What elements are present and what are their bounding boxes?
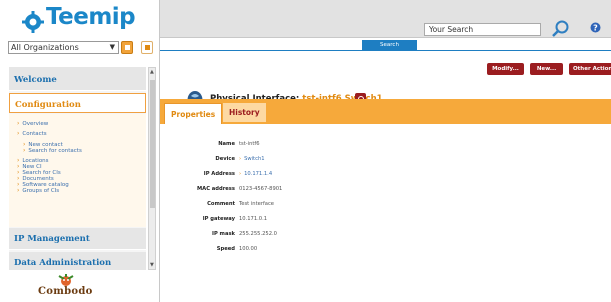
menu-item-search-contacts[interactable]: Search for contacts [23,147,81,154]
main-content: Search Modify... New... Other Actions Ph… [160,38,611,302]
modify-button[interactable]: Modify... [487,63,524,75]
left-panel: Teemip All Organizations ▼ Welcome Confi… [0,0,160,302]
menu-item-contacts[interactable]: Contacts [17,130,46,137]
property-value-link[interactable]: 10.171.1.4 [239,168,272,180]
property-value: Test interface [239,201,274,207]
tab-history[interactable]: History [223,103,266,122]
property-value: 255.255.252.0 [239,231,277,237]
property-value: 0123-4567-8901 [239,186,283,192]
svg-text:?: ? [593,24,598,33]
org-filter-button[interactable] [121,41,133,54]
property-label: IP mask [212,231,235,237]
chevron-down-icon: ▼ [109,43,115,51]
navigation-menu: Welcome Configuration Management Overvie… [9,67,146,270]
help-icon[interactable]: ? [590,22,601,33]
scroll-down-icon[interactable]: ▼ [150,262,154,268]
new-button[interactable]: New... [530,63,563,75]
menu-item-groups-of-cis[interactable]: Groups of CIs [17,187,59,194]
property-value: tst-intf6 [239,141,260,147]
top-bar: Your Search ? ▾ [160,0,611,38]
organization-select-value: All Organizations [11,43,79,52]
property-label: Device [215,156,235,162]
scrollbar-thumb[interactable] [150,80,155,208]
property-label: Name [218,141,235,147]
tab-properties[interactable]: Properties [164,103,223,124]
property-row: IP mask 255.255.252.0 [160,228,360,240]
property-row: Comment Test interface [160,198,360,210]
combodo-logo[interactable]: Combodo [33,272,113,302]
other-actions-button[interactable]: Other Actions [569,63,611,75]
search-icon[interactable] [551,20,571,38]
combodo-logo-text: Combodo [38,286,93,297]
gear-logo-icon [22,11,44,33]
menu-welcome[interactable]: Welcome [9,67,146,91]
property-value: 100.00 [239,246,258,252]
property-label: IP gateway [202,216,235,222]
divider [160,50,611,51]
menu-ip-management[interactable]: IP Management [9,228,146,250]
global-search-input[interactable]: Your Search [424,23,541,36]
organization-select[interactable]: All Organizations ▼ [8,41,119,54]
teemip-logo[interactable]: Teemip [22,4,142,35]
tabs-bar: Properties History [160,99,611,124]
property-row: MAC address 0123-4567-8901 [160,183,360,195]
menu-item-overview[interactable]: Overview [17,120,48,127]
property-row: Speed 100.00 [160,243,360,255]
property-row: Device Switch1 [160,153,360,165]
property-label: MAC address [197,186,235,192]
property-row: IP gateway 10.171.0.1 [160,213,360,225]
filter-icon [125,45,130,50]
menu-scrollbar[interactable]: ▲ ▼ [148,67,156,270]
property-value: 10.171.0.1 [239,216,268,222]
config-menu-items: Overview Contacts New contact Search for… [9,114,146,227]
scroll-up-icon[interactable]: ▲ [150,69,154,75]
property-label: IP Address [203,171,235,177]
menu-configuration-management[interactable]: Configuration Management [9,93,146,132]
logo-text: Teemip [46,4,136,30]
property-label: Comment [207,201,235,207]
property-value-link[interactable]: Switch1 [239,153,264,165]
property-row: Name tst-intf6 [160,138,360,150]
org-settings-button[interactable] [141,41,153,54]
search-drawer-tab[interactable]: Search [362,40,417,50]
square-icon [145,45,150,50]
property-row: IP Address 10.171.1.4 [160,168,360,180]
menu-data-administration[interactable]: Data Administration [9,252,146,270]
property-label: Speed [216,246,235,252]
